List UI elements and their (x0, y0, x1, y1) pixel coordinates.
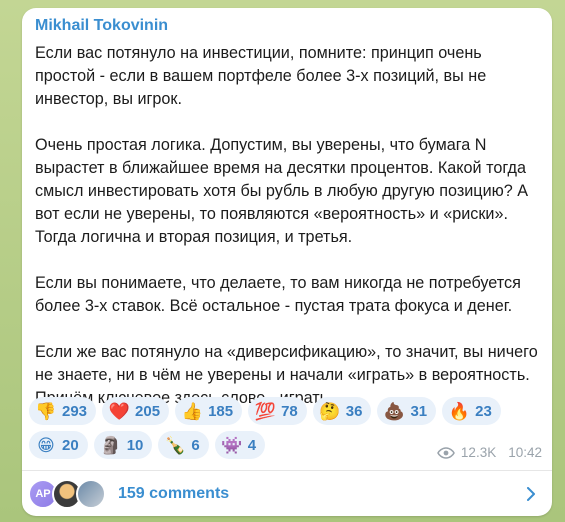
reaction-count: 31 (410, 402, 428, 420)
message-text: Если вас потянуло на инвестиции, помните… (35, 42, 545, 410)
message-bubble: Mikhail Tokovinin Если вас потянуло на и… (22, 8, 552, 516)
author-name[interactable]: Mikhail Tokovinin (35, 17, 168, 35)
paragraph-3: Если вы понимаете, что делаете, то вам н… (35, 274, 521, 315)
reaction-count: 205 (135, 402, 161, 420)
reaction-count: 20 (62, 436, 79, 454)
views-count: 12.3K (460, 445, 497, 460)
reaction-alien-monster[interactable]: 👾 4 (214, 431, 266, 459)
comments-label: 159 comments (118, 484, 230, 502)
reaction-champagne-bottle[interactable]: 🍾 6 (158, 431, 209, 459)
champagne-bottle-icon: 🍾 (164, 435, 186, 455)
reaction-thinking-face[interactable]: 🤔 36 (312, 397, 372, 425)
hundred-points-icon: 💯 (254, 401, 276, 421)
reaction-fire[interactable]: 🔥 23 (442, 397, 501, 425)
reaction-thumbs-down[interactable]: 👎 293 (29, 397, 97, 425)
reaction-count: 185 (208, 402, 234, 420)
reaction-count: 23 (475, 402, 492, 420)
reaction-beaming-face[interactable]: 😁 20 (29, 431, 88, 459)
red-heart-icon: ❤️ (108, 401, 130, 421)
comments-button[interactable]: AP 159 comments (22, 471, 552, 516)
pile-of-poo-icon: 💩 (383, 401, 406, 421)
alien-monster-icon: 👾 (221, 435, 243, 455)
reaction-count: 4 (247, 436, 257, 454)
moai-icon: 🗿 (100, 435, 122, 455)
reaction-count: 10 (126, 436, 144, 454)
message-time: 10:42 (508, 445, 542, 460)
paragraph-1: Если вас потянуло на инвестиции, помните… (35, 44, 487, 108)
reaction-hundred-points[interactable]: 💯 78 (248, 397, 307, 425)
thumbs-down-icon: 👎 (35, 401, 57, 421)
reaction-count: 78 (281, 402, 298, 420)
reaction-count: 6 (191, 436, 200, 454)
beaming-face-icon: 😁 (37, 435, 55, 455)
fire-icon: 🔥 (448, 401, 470, 421)
reaction-pile-of-poo[interactable]: 💩 31 (377, 397, 437, 425)
reaction-moai[interactable]: 🗿 10 (93, 431, 153, 459)
chevron-right-icon (527, 487, 535, 501)
thinking-face-icon: 🤔 (319, 401, 341, 421)
paragraph-2: Очень простая логика. Допустим, вы увере… (35, 136, 529, 246)
thumbs-up-icon: 👍 (181, 401, 203, 421)
avatar (76, 478, 106, 509)
reaction-count: 36 (345, 402, 363, 420)
message-meta: 12.3K 10:42 (437, 445, 542, 460)
reaction-red-heart[interactable]: ❤️ 205 (102, 397, 170, 425)
eye-icon (437, 446, 455, 459)
reaction-thumbs-up[interactable]: 👍 185 (175, 397, 243, 425)
reaction-count: 293 (62, 402, 88, 420)
commenter-avatars: AP (28, 478, 110, 509)
